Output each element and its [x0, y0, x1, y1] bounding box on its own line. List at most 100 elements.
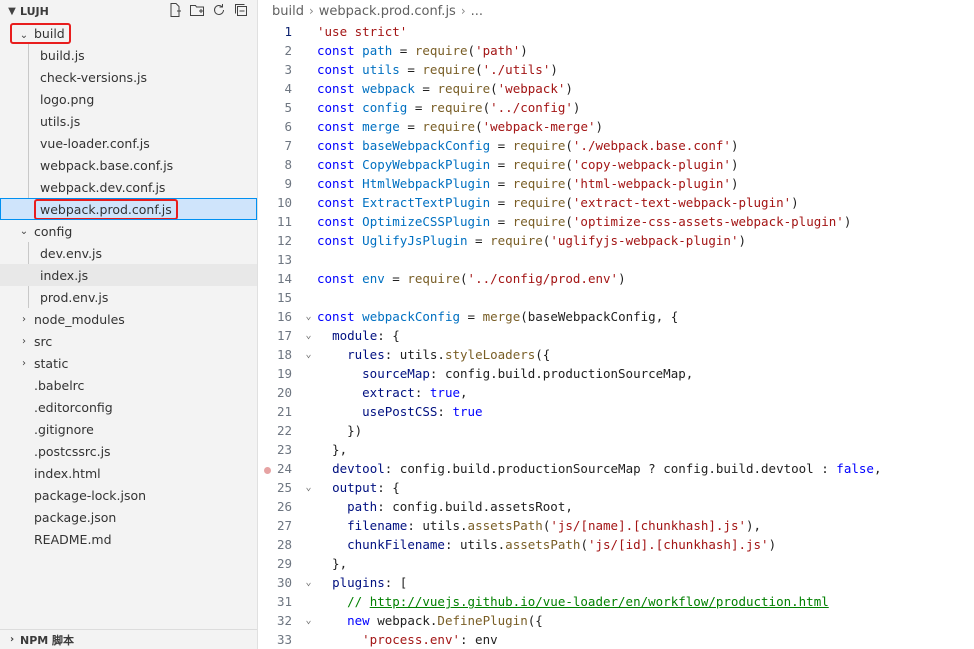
code-line[interactable]: 8 const CopyWebpackPlugin = require('copy… [258, 155, 974, 174]
file-item[interactable]: package-lock.json [0, 484, 257, 506]
code-line[interactable]: 21 usePostCSS: true [258, 402, 974, 421]
file-item[interactable]: .postcssrc.js [0, 440, 257, 462]
code-line[interactable]: 7 const baseWebpackConfig = require('./we… [258, 136, 974, 155]
code-line[interactable]: 5 const config = require('../config') [258, 98, 974, 117]
file-item[interactable]: webpack.dev.conf.js [0, 176, 257, 198]
file-item[interactable]: check-versions.js [0, 66, 257, 88]
code-line[interactable]: 20 extract: true, [258, 383, 974, 402]
file-item[interactable]: build.js [0, 44, 257, 66]
fold-chevron-icon[interactable]: ⌄ [300, 311, 317, 322]
line-number: 26 [276, 499, 292, 514]
code-text: // http://vuejs.github.io/vue-loader/en/… [347, 594, 829, 609]
breakpoint-icon[interactable] [264, 467, 271, 474]
code-line[interactable]: 31 // http://vuejs.github.io/vue-loader/… [258, 592, 974, 611]
code-area[interactable]: 1 'use strict' 2 const path = require('path… [258, 22, 974, 649]
code-line[interactable]: 11 const OptimizeCSSPlugin = require('opt… [258, 212, 974, 231]
file-item[interactable]: prod.env.js [0, 286, 257, 308]
fold-chevron-icon[interactable]: ⌄ [300, 349, 317, 360]
code-line[interactable]: 14 const env = require('../config/prod.en… [258, 269, 974, 288]
explorer-sidebar: ▼ LUJH ⌄ build build.js check-versions.js… [0, 0, 258, 649]
file-item-selected[interactable]: webpack.prod.conf.js [0, 198, 257, 220]
code-line[interactable]: 2 const path = require('path') [258, 41, 974, 60]
code-line[interactable]: 29 }, [258, 554, 974, 573]
code-line[interactable]: 28 chunkFilename: utils.assetsPath('js/[… [258, 535, 974, 554]
code-line[interactable]: 30 ⌄ plugins: [ [258, 573, 974, 592]
line-number: 30 [276, 575, 292, 590]
line-number: 18 [276, 347, 292, 362]
code-line[interactable]: 17 ⌄ module: { [258, 326, 974, 345]
fold-chevron-icon[interactable]: ⌄ [300, 482, 317, 493]
code-text: plugins: [ [332, 575, 408, 590]
code-line[interactable]: 13 [258, 250, 974, 269]
code-line[interactable]: 3 const utils = require('./utils') [258, 60, 974, 79]
file-item[interactable]: README.md [0, 528, 257, 550]
code-line[interactable]: 15 [258, 288, 974, 307]
file-label: prod.env.js [40, 289, 109, 305]
refresh-icon[interactable] [211, 2, 227, 18]
line-number: 23 [276, 442, 292, 457]
workspace-title: LUJH [20, 4, 49, 18]
fold-chevron-icon[interactable]: ⌄ [300, 615, 317, 626]
code-line[interactable]: 27 filename: utils.assetsPath('js/[name]… [258, 516, 974, 535]
folder-label: node_modules [34, 311, 125, 327]
fold-chevron-icon[interactable]: ⌄ [300, 330, 317, 341]
line-number: 24 [258, 461, 300, 476]
line-number: 5 [284, 100, 292, 115]
file-item[interactable]: vue-loader.conf.js [0, 132, 257, 154]
code-line[interactable]: 23 }, [258, 440, 974, 459]
file-item[interactable]: index.html [0, 462, 257, 484]
code-text: chunkFilename: utils.assetsPath('js/[id]… [347, 537, 777, 552]
line-number: 32 [276, 613, 292, 628]
code-line[interactable]: 22 }) [258, 421, 974, 440]
code-line[interactable]: 12 const UglifyJsPlugin = require('uglify… [258, 231, 974, 250]
file-item[interactable]: utils.js [0, 110, 257, 132]
code-line[interactable]: 9 const HtmlWebpackPlugin = require('html… [258, 174, 974, 193]
code-line[interactable]: 26 path: config.build.assetsRoot, [258, 497, 974, 516]
file-item[interactable]: logo.png [0, 88, 257, 110]
file-item[interactable]: .gitignore [0, 418, 257, 440]
code-text: const CopyWebpackPlugin = require('copy-… [317, 157, 739, 172]
line-number: 21 [276, 404, 292, 419]
new-file-icon[interactable] [167, 2, 183, 18]
file-item[interactable]: dev.env.js [0, 242, 257, 264]
file-item[interactable]: index.js [0, 264, 257, 286]
code-line[interactable]: 33 'process.env': env [258, 630, 974, 649]
code-line[interactable]: 18 ⌄ rules: utils.styleLoaders({ [258, 345, 974, 364]
file-item[interactable]: .babelrc [0, 374, 257, 396]
file-item[interactable]: package.json [0, 506, 257, 528]
file-label: vue-loader.conf.js [40, 135, 150, 151]
file-item[interactable]: webpack.base.conf.js [0, 154, 257, 176]
folder-node-modules[interactable]: › node_modules [0, 308, 257, 330]
folder-build[interactable]: ⌄ build [0, 22, 257, 44]
code-line[interactable]: 10 const ExtractTextPlugin = require('ext… [258, 193, 974, 212]
code-line[interactable]: 32 ⌄ new webpack.DefinePlugin({ [258, 611, 974, 630]
code-line[interactable]: 19 sourceMap: config.build.productionSou… [258, 364, 974, 383]
code-line[interactable]: 4 const webpack = require('webpack') [258, 79, 974, 98]
breadcrumb-folder[interactable]: build [272, 4, 304, 19]
code-line[interactable]: 6 const merge = require('webpack-merge') [258, 117, 974, 136]
file-label: .gitignore [34, 421, 94, 437]
folder-static[interactable]: › static [0, 352, 257, 374]
code-line[interactable]: 1 'use strict' [258, 22, 974, 41]
code-line[interactable]: 24 devtool: config.build.productionSourc… [258, 459, 974, 478]
file-label: README.md [34, 531, 112, 547]
npm-scripts-panel[interactable]: › NPM 脚本 [0, 629, 257, 649]
folder-config[interactable]: ⌄ config [0, 220, 257, 242]
explorer-header[interactable]: ▼ LUJH [0, 0, 257, 22]
code-line[interactable]: 25 ⌄ output: { [258, 478, 974, 497]
breadcrumb-more[interactable]: ... [471, 4, 483, 19]
collapse-all-icon[interactable] [233, 2, 249, 18]
code-text: }) [317, 423, 363, 438]
file-item[interactable]: .editorconfig [0, 396, 257, 418]
fold-chevron-icon[interactable]: ⌄ [300, 577, 317, 588]
code-line[interactable]: 16 ⌄ const webpackConfig = merge(baseWebpa… [258, 307, 974, 326]
file-label: webpack.prod.conf.js [40, 201, 172, 217]
code-editor[interactable]: build › webpack.prod.conf.js › ... 1 'use… [258, 0, 974, 649]
breadcrumb-file[interactable]: webpack.prod.conf.js [319, 4, 456, 19]
folder-label: build [34, 25, 65, 41]
chevron-right-icon: › [9, 634, 15, 645]
explorer-actions [167, 2, 249, 18]
new-folder-icon[interactable] [189, 2, 205, 18]
line-number: 7 [284, 138, 292, 153]
folder-src[interactable]: › src [0, 330, 257, 352]
